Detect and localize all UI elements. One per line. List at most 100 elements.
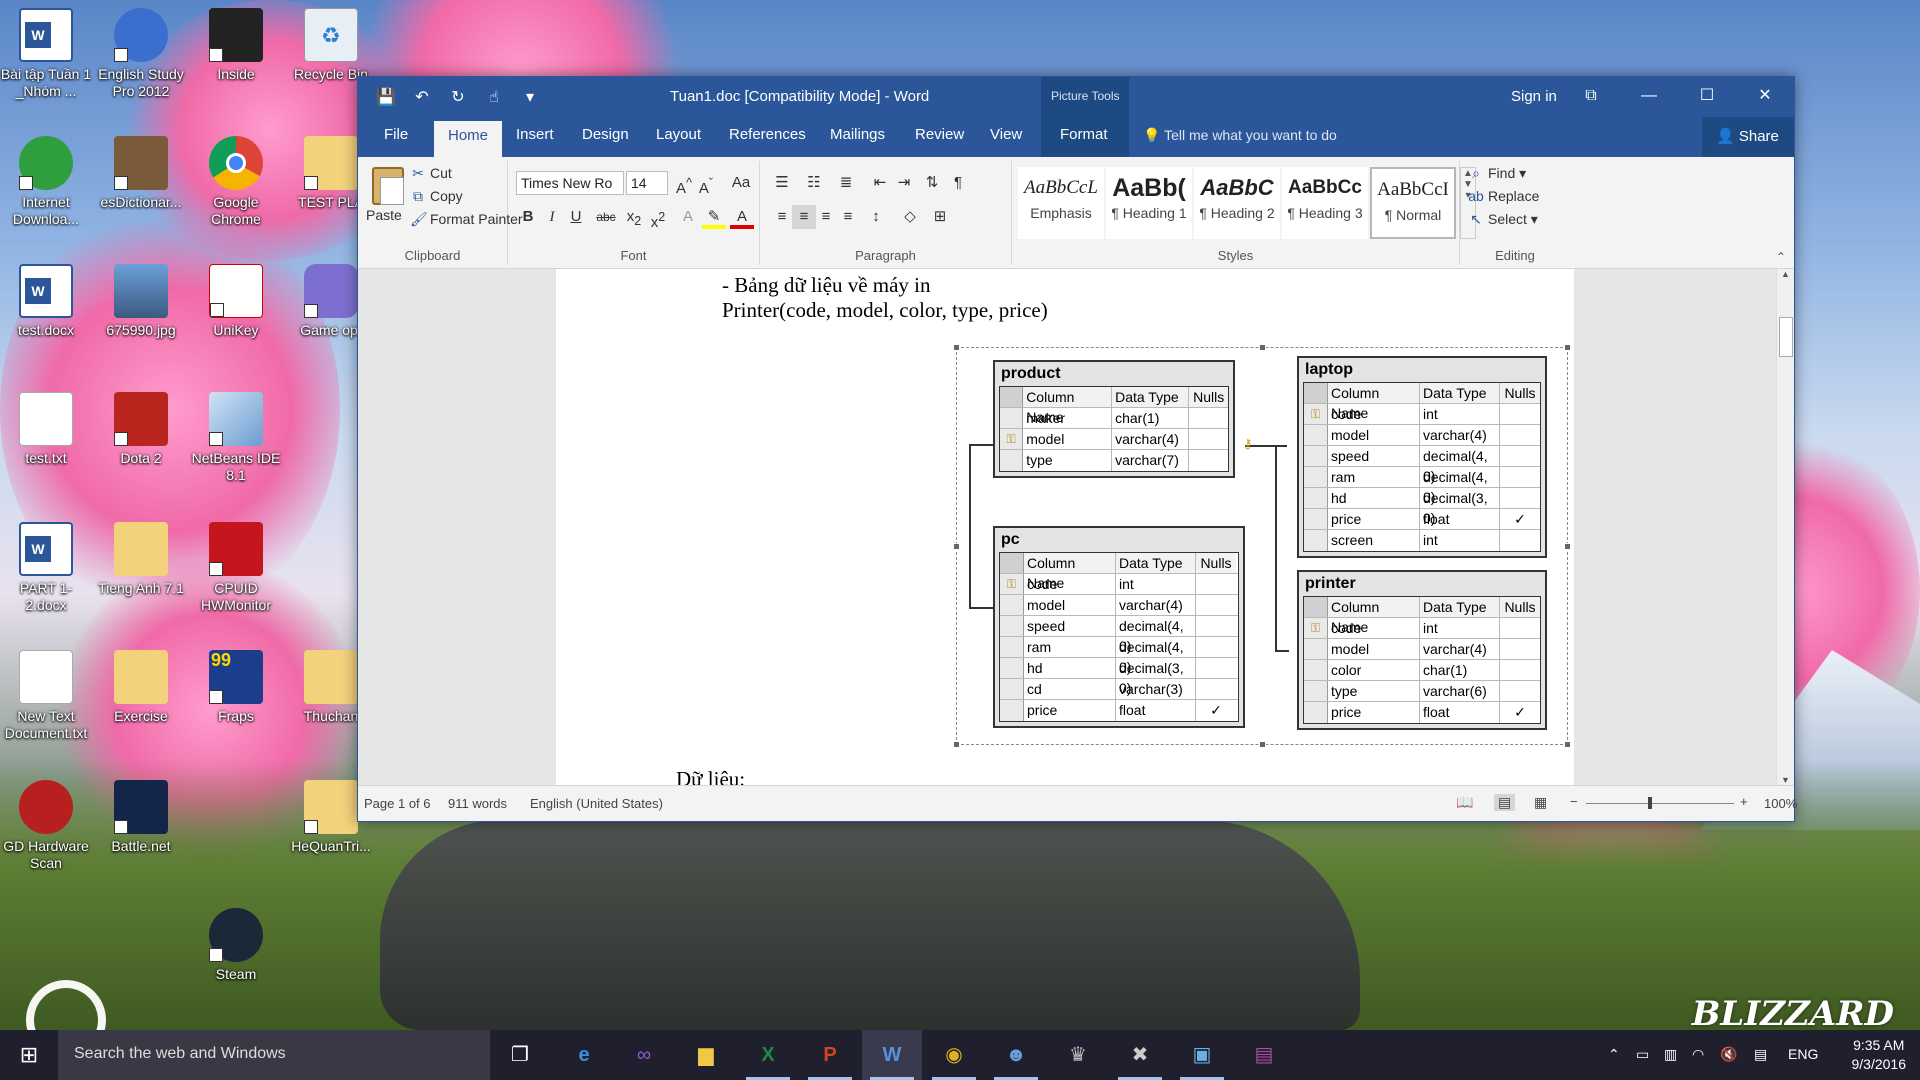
desktop-icon[interactable]: esDictionar... [95, 136, 187, 211]
cut-button[interactable]: ✂ Cut [410, 165, 452, 182]
justify-icon[interactable]: ≡ [836, 205, 860, 229]
wifi-icon[interactable]: ◠ [1692, 1046, 1704, 1063]
resize-handle[interactable] [1259, 741, 1266, 748]
tab-file[interactable]: File [384, 126, 408, 143]
volume-muted-icon[interactable]: 🔇 [1720, 1046, 1737, 1063]
desktop-icon[interactable]: Inside [190, 8, 282, 83]
numbering-icon[interactable]: ☷ [802, 171, 826, 195]
desktop-icon[interactable]: test.txt [0, 392, 92, 467]
zoom-slider[interactable] [1586, 803, 1734, 804]
document-page[interactable]: - Bảng dữ liệu về máy in Printer(code, m… [556, 269, 1574, 787]
tools-icon[interactable]: ✖ [1110, 1030, 1170, 1080]
er-diagram-image[interactable]: ⚷ product Column Name Data Type Nulls make… [953, 344, 1571, 748]
notifications-icon[interactable]: ▤ [1754, 1046, 1767, 1063]
touch-mode-icon[interactable]: ☝ [484, 87, 504, 107]
edge-icon[interactable]: e [554, 1030, 614, 1080]
app-tray-icon[interactable]: ▥ [1664, 1046, 1677, 1063]
line-spacing-icon[interactable]: ↕ [864, 205, 888, 229]
chrome-icon[interactable]: ◉ [924, 1030, 984, 1080]
sign-in-link[interactable]: Sign in [1511, 88, 1557, 105]
taskbar-search[interactable]: Search the web and Windows [58, 1030, 490, 1080]
vertical-scrollbar[interactable]: ▲ ▼ [1776, 269, 1794, 787]
redo-icon[interactable]: ↻ [448, 87, 468, 107]
print-layout-icon[interactable]: ▤ [1494, 794, 1516, 811]
desktop-icon[interactable]: Dota 2 [95, 392, 187, 467]
resize-handle[interactable] [953, 543, 960, 550]
chevron-up-icon[interactable]: ⌃ [1608, 1046, 1620, 1063]
font-color-icon[interactable]: A [730, 205, 754, 229]
input-language[interactable]: ENG [1788, 1046, 1818, 1062]
web-layout-icon[interactable]: ▦ [1534, 794, 1547, 811]
shading-icon[interactable]: ◇ [898, 205, 922, 229]
share-button[interactable]: 👤 Share [1702, 117, 1794, 157]
powerpoint-icon[interactable]: P [800, 1030, 860, 1080]
multilevel-list-icon[interactable]: ≣ [834, 171, 858, 195]
scrollbar-thumb[interactable] [1779, 317, 1793, 357]
word-icon[interactable]: W [862, 1030, 922, 1080]
style-emphasis[interactable]: AaBbCcL Emphasis [1018, 167, 1104, 239]
scroll-up-icon[interactable]: ▲ [1777, 269, 1794, 279]
remote-desktop-icon[interactable]: ▣ [1172, 1030, 1232, 1080]
desktop-icon[interactable]: NetBeans IDE 8.1 [190, 392, 282, 484]
system-clock[interactable]: 9:35 AM 9/3/2016 [1852, 1036, 1907, 1074]
owl-app-icon[interactable]: ☻ [986, 1030, 1046, 1080]
desktop-icon[interactable]: W PART 1-2.docx [0, 522, 92, 614]
style-normal[interactable]: AaBbCcI ¶ Normal [1370, 167, 1456, 239]
find-button[interactable]: ⌕ Find ▾ [1468, 165, 1526, 182]
zoom-in-icon[interactable]: + [1740, 794, 1748, 809]
tab-format[interactable]: Format [1060, 126, 1108, 143]
scroll-down-icon[interactable]: ▼ [1777, 775, 1794, 785]
read-mode-icon[interactable]: 📖 [1456, 794, 1473, 811]
table-printer[interactable]: printer Column Name Data Type Nulls ⚿ code i… [1297, 570, 1547, 730]
table-laptop[interactable]: laptop Column Name Data Type Nulls ⚿ code in… [1297, 356, 1547, 558]
bullets-icon[interactable]: ☰ [770, 171, 794, 195]
zoom-out-icon[interactable]: − [1570, 794, 1578, 809]
sort-icon[interactable]: ⇅ [920, 171, 944, 195]
visual-studio-icon[interactable]: ∞ [614, 1030, 674, 1080]
desktop-icon[interactable]: 675990.jpg [95, 264, 187, 339]
desktop-icon[interactable]: W Bài tập Tuần 1 _Nhóm ... [0, 8, 92, 100]
borders-icon[interactable]: ⊞ [928, 205, 952, 229]
winrar-icon[interactable]: ▤ [1234, 1030, 1294, 1080]
desktop-icon[interactable]: Wtest.docx [0, 264, 92, 339]
ribbon-display-options-icon[interactable]: ⧉ [1562, 77, 1620, 117]
excel-icon[interactable]: X [738, 1030, 798, 1080]
paste-button[interactable]: Paste [360, 161, 408, 231]
tab-design[interactable]: Design [582, 126, 629, 143]
tab-view[interactable]: View [990, 126, 1022, 143]
tab-review[interactable]: Review [915, 126, 964, 143]
format-painter-button[interactable]: 🖌 Format Painter [410, 211, 523, 228]
desktop-icon[interactable]: GD Hardware Scan [0, 780, 92, 872]
zoom-level[interactable]: 100% [1764, 796, 1797, 811]
desktop-icon[interactable]: UniKey [190, 264, 282, 339]
decrease-indent-icon[interactable]: ⇤ [868, 171, 892, 195]
subscript-icon[interactable]: x2 [622, 205, 646, 229]
desktop-icon[interactable]: Steam [190, 908, 282, 983]
underline-icon[interactable]: U [564, 205, 588, 229]
battery-icon[interactable]: ▭ [1636, 1046, 1649, 1063]
resize-handle[interactable] [1259, 344, 1266, 351]
minimize-button[interactable]: — [1620, 77, 1678, 117]
desktop-icon[interactable]: 99 Fraps [190, 650, 282, 725]
text-effects-icon[interactable]: A [676, 205, 700, 229]
style-heading-1[interactable]: AaBb( ¶ Heading 1 [1106, 167, 1192, 239]
grow-font-icon[interactable]: A^ [672, 171, 696, 197]
style-heading-2[interactable]: AaBbC ¶ Heading 2 [1194, 167, 1280, 239]
superscript-icon[interactable]: x2 [646, 205, 670, 231]
font-size-select[interactable]: 14 [626, 171, 668, 195]
table-product[interactable]: product Column Name Data Type Nulls maker c… [993, 360, 1235, 478]
page-count[interactable]: Page 1 of 6 [364, 796, 431, 811]
desktop-icon[interactable]: CPUID HWMonitor [190, 522, 282, 614]
font-family-select[interactable]: Times New Ro [516, 171, 624, 195]
desktop-icon[interactable]: Internet Downloa... [0, 136, 92, 228]
replace-button[interactable]: ab Replace [1468, 188, 1539, 204]
resize-handle[interactable] [953, 741, 960, 748]
tab-layout[interactable]: Layout [656, 126, 701, 143]
desktop-icon[interactable]: ♻ Recycle Bin [285, 8, 377, 83]
table-pc[interactable]: pc Column Name Data Type Nulls ⚿ code int mo… [993, 526, 1245, 728]
align-right-icon[interactable]: ≡ [814, 205, 838, 229]
language-status[interactable]: English (United States) [530, 796, 663, 811]
style-heading-3[interactable]: AaBbCc ¶ Heading 3 [1282, 167, 1368, 239]
zoom-slider-thumb[interactable] [1648, 797, 1652, 809]
align-center-icon[interactable]: ≡ [792, 205, 816, 229]
